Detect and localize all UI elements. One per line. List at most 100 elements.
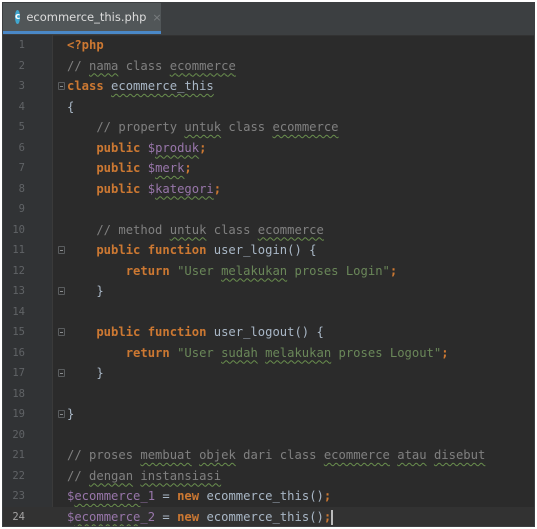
code-text: return "User melakukan proses Login"; <box>67 261 398 282</box>
code-token: melakukan <box>221 263 288 278</box>
fold-marker-icon[interactable] <box>58 82 65 90</box>
code-text: } <box>67 404 74 425</box>
code-token: ecommerce_this <box>206 489 310 503</box>
close-icon[interactable]: × <box>152 11 161 24</box>
line-number: 1 <box>18 39 25 51</box>
code-line[interactable]: 8 public $kategori; <box>3 179 534 200</box>
fold-marker-icon[interactable] <box>58 328 65 336</box>
code-editor[interactable]: 1 <?php 2 // nama class ecommerce 3 class eco… <box>3 35 534 526</box>
line-number: 23 <box>12 490 25 502</box>
code-token: ecommerce <box>272 120 339 134</box>
line-number: 16 <box>12 346 25 359</box>
fold-marker-icon[interactable] <box>58 410 65 418</box>
code-token: () <box>309 509 324 524</box>
code-line[interactable]: 16 return "User sudah melakukan proses L… <box>3 343 534 364</box>
code-token: "User <box>177 345 222 360</box>
code-line[interactable]: 13 } <box>3 281 534 302</box>
code-token: = <box>155 489 178 503</box>
code-token: <?php <box>67 38 104 52</box>
code-line[interactable]: 9 <box>3 199 534 220</box>
code-line[interactable]: 12 return "User melakukan proses Login"; <box>3 261 534 282</box>
code-text: public function user_login() { <box>67 240 316 261</box>
code-token: untuk <box>169 222 207 237</box>
code-token: _1 <box>140 489 156 503</box>
code-token: public <box>67 140 148 155</box>
code-token: $ <box>147 161 156 175</box>
code-token: kategori <box>155 181 214 196</box>
code-token: ; <box>213 181 222 196</box>
code-line[interactable]: 10 // method untuk class ecommerce <box>3 220 534 241</box>
code-text: public $merk; <box>67 158 191 179</box>
code-token: () { <box>294 325 324 339</box>
fold-marker-icon[interactable] <box>58 287 65 295</box>
code-token: class <box>221 120 273 134</box>
code-token: } <box>67 407 75 421</box>
line-number: 24 <box>12 510 25 523</box>
code-token: // property <box>67 120 185 134</box>
code-token: untuk <box>184 120 222 134</box>
editor-window: c ecommerce_this.php × 1 <?php 2 // nama cl… <box>2 2 535 527</box>
code-text: <?php <box>67 35 104 56</box>
code-token: // proses <box>67 448 141 462</box>
code-token: ecommerce_this <box>206 509 310 524</box>
code-line[interactable]: 17 } <box>3 363 534 384</box>
code-token: _2 <box>140 509 156 524</box>
code-token: } <box>67 284 104 298</box>
code-line[interactable]: 4{ <box>3 97 534 118</box>
line-number: 9 <box>18 203 25 215</box>
code-text: $ecommerce_1 = new ecommerce_this(); <box>67 486 331 507</box>
code-line[interactable]: 6 public $produk; <box>3 138 534 159</box>
code-text: // nama class ecommerce <box>67 56 236 77</box>
text-caret <box>331 509 333 525</box>
code-text: } <box>67 281 104 302</box>
code-token: melakukan <box>265 345 332 360</box>
code-token: merk <box>155 161 185 175</box>
code-token: sudah <box>221 345 258 360</box>
code-line[interactable]: 23 $ecommerce_1 = new ecommerce_this(); <box>3 486 534 507</box>
code-line[interactable]: 20 <box>3 425 534 446</box>
code-token: ecommerce <box>169 58 236 73</box>
code-token: { <box>67 99 75 114</box>
fold-marker-icon[interactable] <box>58 246 65 254</box>
code-token: disebut <box>433 448 486 462</box>
code-text: { <box>67 97 74 118</box>
code-line[interactable]: 14 <box>3 302 534 323</box>
php-class-icon: c <box>15 10 21 24</box>
code-token: public function <box>67 243 214 257</box>
code-token: new <box>177 489 207 503</box>
code-token: class <box>118 58 170 73</box>
code-line[interactable]: 22 // dengan instansiasi <box>3 466 534 487</box>
code-token: return <box>67 263 178 278</box>
code-line[interactable]: 7 public $merk; <box>3 158 534 179</box>
code-line[interactable]: 21 // proses membuat objek dari class eco… <box>3 445 534 466</box>
line-number: 20 <box>12 428 25 441</box>
line-number: 11 <box>12 244 25 256</box>
code-text: // proses membuat objek dari class ecomm… <box>67 445 485 466</box>
code-text: } <box>67 363 103 384</box>
code-text: public $kategori; <box>67 179 221 200</box>
code-line[interactable]: 3 class ecommerce_this <box>3 76 534 97</box>
code-token: ; <box>199 140 207 155</box>
code-line[interactable]: 24 $ecommerce_2 = new ecommerce_this(); <box>3 506 534 526</box>
code-line[interactable]: 5 // property untuk class ecommerce <box>3 117 534 138</box>
code-line[interactable]: 18 <box>3 384 534 405</box>
code-token: $ <box>147 140 156 155</box>
code-token: dari class <box>235 448 324 462</box>
code-token: ecommerce <box>323 448 390 462</box>
code-token: // <box>67 58 90 73</box>
tab-ecommerce-this[interactable]: c ecommerce_this.php × <box>3 3 162 34</box>
line-number: 18 <box>12 387 25 400</box>
code-line[interactable]: 1 <?php <box>3 35 534 56</box>
code-token: $ <box>147 181 156 196</box>
fold-marker-icon[interactable] <box>58 369 65 377</box>
code-line[interactable]: 19} <box>3 404 534 425</box>
line-number: 3 <box>18 80 25 92</box>
code-line[interactable]: 11 public function user_login() { <box>3 240 534 261</box>
code-line[interactable]: 15 public function user_logout() { <box>3 322 534 343</box>
code-token: ; <box>323 509 332 524</box>
code-token: // method <box>67 222 170 237</box>
line-number: 5 <box>18 121 25 133</box>
code-token: ecommerce <box>74 509 141 524</box>
code-line[interactable]: 2 // nama class ecommerce <box>3 56 534 77</box>
